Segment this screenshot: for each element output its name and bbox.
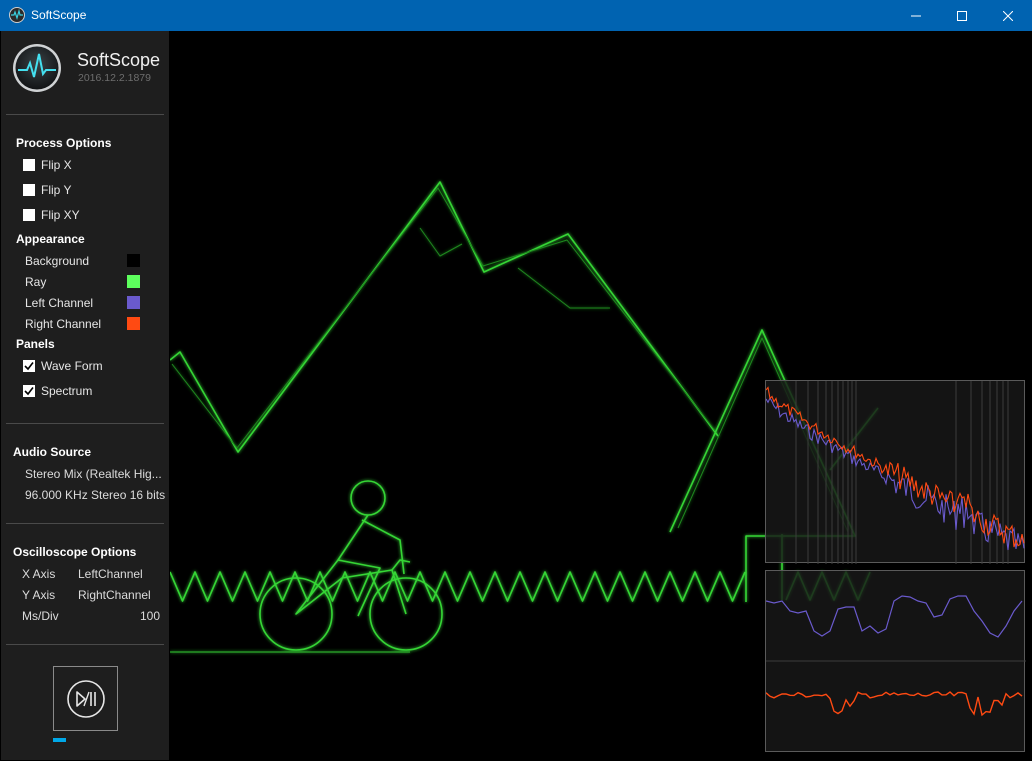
ms-div-label: Ms/Div bbox=[22, 609, 59, 623]
checkbox-box[interactable] bbox=[23, 385, 35, 397]
cyclist-leg bbox=[337, 559, 381, 617]
panels-heading: Panels bbox=[16, 337, 55, 351]
appearance-background-row[interactable]: Background bbox=[25, 253, 145, 269]
playback-progress-bar bbox=[53, 738, 66, 742]
divider bbox=[6, 114, 164, 115]
appearance-right-channel-row[interactable]: Right Channel bbox=[25, 316, 145, 332]
title-bar: SoftScope bbox=[0, 0, 1032, 31]
process-options-heading: Process Options bbox=[16, 136, 112, 150]
ground-zigzag-trace bbox=[170, 571, 746, 602]
y-axis-row[interactable]: Y Axis RightChannel bbox=[22, 588, 162, 604]
left-channel-color-swatch[interactable] bbox=[127, 296, 140, 309]
divider bbox=[6, 644, 164, 645]
softscope-logo-icon bbox=[13, 44, 61, 92]
app-name: SoftScope bbox=[77, 50, 161, 70]
minimize-icon bbox=[911, 15, 921, 16]
mountain-trace-inner bbox=[171, 187, 717, 449]
x-axis-value[interactable]: LeftChannel bbox=[78, 567, 143, 581]
x-axis-label: X Axis bbox=[22, 567, 56, 581]
flip-xy-label: Flip XY bbox=[41, 208, 80, 222]
ms-div-row[interactable]: Ms/Div 100 bbox=[22, 609, 162, 625]
appearance-ray-row[interactable]: Ray bbox=[25, 274, 145, 290]
x-axis-row[interactable]: X Axis LeftChannel bbox=[22, 567, 162, 583]
divider bbox=[6, 523, 164, 524]
flip-xy-checkbox[interactable]: Flip XY bbox=[23, 207, 153, 225]
waveform-left-channel-line bbox=[766, 595, 1023, 638]
ms-div-value[interactable]: 100 bbox=[140, 609, 160, 623]
sidebar: SoftScope 2016.12.2.1879 Process Options… bbox=[1, 31, 169, 760]
checkbox-box[interactable] bbox=[23, 360, 35, 372]
checkbox-box[interactable] bbox=[23, 209, 35, 221]
spectrum-label: Spectrum bbox=[41, 384, 93, 398]
wave-form-label: Wave Form bbox=[41, 359, 103, 373]
close-button[interactable] bbox=[985, 0, 1031, 31]
checkbox-box[interactable] bbox=[23, 184, 35, 196]
waveform-panel bbox=[765, 570, 1026, 752]
checkbox-box[interactable] bbox=[23, 159, 35, 171]
maximize-button[interactable] bbox=[939, 0, 985, 31]
appearance-left-channel-row[interactable]: Left Channel bbox=[25, 295, 145, 311]
divider bbox=[6, 423, 164, 424]
appearance-heading: Appearance bbox=[16, 232, 85, 246]
left-channel-label: Left Channel bbox=[25, 296, 94, 310]
mountain-ridge-detail bbox=[517, 267, 610, 309]
play-pause-icon bbox=[67, 680, 105, 718]
audio-device[interactable]: Stereo Mix (Realtek Hig... bbox=[25, 467, 162, 481]
audio-format: 96.000 KHz Stereo 16 bits bbox=[25, 488, 166, 502]
softscope-app-icon bbox=[9, 7, 25, 23]
wave-form-checkbox[interactable]: Wave Form bbox=[23, 358, 153, 376]
waveform-right-channel-line bbox=[766, 691, 1023, 717]
y-axis-label: Y Axis bbox=[22, 588, 56, 602]
cyclist-head bbox=[350, 480, 386, 516]
flip-x-label: Flip X bbox=[41, 158, 72, 172]
maximize-icon bbox=[957, 10, 967, 21]
background-label: Background bbox=[25, 254, 90, 268]
close-icon bbox=[1003, 10, 1013, 21]
spectrum-grid bbox=[795, 381, 1009, 564]
right-channel-color-swatch[interactable] bbox=[127, 317, 140, 330]
audio-source-heading: Audio Source bbox=[13, 445, 92, 459]
spectrum-panel bbox=[765, 380, 1025, 564]
ray-color-swatch[interactable] bbox=[127, 275, 140, 288]
flip-y-checkbox[interactable]: Flip Y bbox=[23, 182, 153, 200]
bike-handlebar bbox=[391, 559, 411, 571]
window-title: SoftScope bbox=[31, 8, 87, 22]
flip-y-label: Flip Y bbox=[41, 183, 72, 197]
checkmark-icon bbox=[24, 362, 34, 371]
play-pause-button[interactable] bbox=[53, 666, 118, 731]
spectrum-right-channel-line bbox=[766, 386, 1025, 548]
cyclist-body bbox=[295, 514, 407, 615]
flip-x-checkbox[interactable]: Flip X bbox=[23, 157, 153, 175]
minimize-button[interactable] bbox=[893, 0, 939, 31]
checkmark-icon bbox=[24, 387, 34, 396]
spectrum-plot bbox=[766, 381, 1025, 564]
waveform-plot bbox=[766, 595, 1026, 717]
right-channel-label: Right Channel bbox=[25, 317, 102, 331]
mountain-ridge-detail bbox=[419, 227, 463, 257]
oscilloscope-options-heading: Oscilloscope Options bbox=[13, 545, 137, 559]
background-color-swatch[interactable] bbox=[127, 254, 140, 267]
app-version: 2016.12.2.1879 bbox=[78, 72, 151, 84]
ray-label: Ray bbox=[25, 275, 47, 289]
y-axis-value[interactable]: RightChannel bbox=[78, 588, 151, 602]
mountain-trace bbox=[170, 181, 719, 453]
spectrum-checkbox[interactable]: Spectrum bbox=[23, 383, 153, 401]
